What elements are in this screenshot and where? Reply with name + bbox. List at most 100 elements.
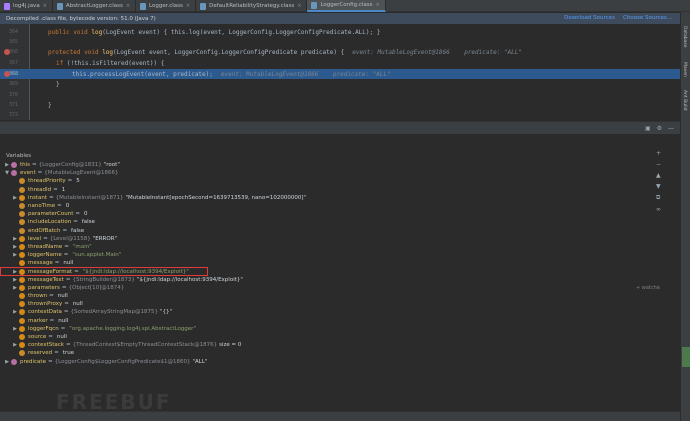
- choose-sources-link[interactable]: Choose Sources...: [623, 15, 672, 21]
- tab-label: DefaultReliabilityStrategy.class: [209, 3, 295, 9]
- variable-row[interactable]: reserved = true: [0, 349, 660, 357]
- expand-toggle-icon[interactable]: ▶: [12, 342, 18, 348]
- expand-toggle-icon[interactable]: ▶: [12, 195, 18, 201]
- expand-toggle-icon[interactable]: ▶: [12, 244, 18, 250]
- code-line[interactable]: 370: [0, 90, 680, 100]
- variable-row[interactable]: ▶ messageText = {StringBuilder@1873} "${jndi…: [0, 276, 660, 284]
- variable-value: false: [71, 227, 85, 234]
- ant-build-tool-tab[interactable]: Ant Build: [682, 90, 687, 110]
- expand-toggle-icon[interactable]: ▶: [4, 162, 10, 168]
- code-text: (!this.isFiltered(event)) {: [66, 59, 165, 67]
- variable-name: message: [28, 260, 53, 267]
- close-tab-icon[interactable]: ×: [375, 2, 379, 8]
- variables-header: Variables: [0, 150, 680, 161]
- add-watch-icon[interactable]: +: [656, 150, 661, 157]
- variable-row[interactable]: ▶ messageFormat = "${jndi:ldap://localhost:…: [0, 267, 208, 276]
- equals-sign: =: [37, 170, 43, 177]
- close-tab-icon[interactable]: ×: [126, 3, 130, 9]
- variable-row[interactable]: ▼ event = {MutableLogEvent@1866}: [0, 169, 660, 177]
- layout-icon[interactable]: ▣: [645, 125, 651, 132]
- field-icon: [19, 243, 25, 250]
- expand-toggle-icon[interactable]: ▶: [12, 326, 18, 332]
- equals-sign: =: [54, 260, 60, 267]
- variable-row[interactable]: ▶ contextStack = {ThreadContext$EmptyThread…: [0, 341, 660, 349]
- variable-value: "ALL": [192, 358, 208, 365]
- variable-name: contextData: [28, 309, 62, 316]
- variable-row[interactable]: threadPriority = 5: [0, 177, 660, 185]
- variable-row[interactable]: marker = null: [0, 317, 660, 325]
- variable-row[interactable]: ▶ contextData = {SortedArrayStringMap@1875}…: [0, 308, 660, 316]
- code-line[interactable]: 364 public void log (LogEvent event) { thi…: [0, 27, 680, 37]
- code-line[interactable]: 367 if (!this.isFiltered(event)) {: [0, 58, 680, 68]
- variable-row[interactable]: nanoTime = 0: [0, 202, 660, 210]
- minimize-icon[interactable]: —: [668, 125, 674, 132]
- variable-row[interactable]: message = null: [0, 259, 660, 267]
- expand-toggle-icon[interactable]: ▶: [12, 269, 18, 275]
- variable-value: null: [56, 334, 67, 341]
- code-line[interactable]: 369}: [0, 79, 680, 89]
- line-number: 371: [8, 102, 18, 108]
- field-icon: [19, 268, 25, 275]
- code-method-name: log: [91, 28, 103, 36]
- variable-row[interactable]: ▶ level = {Level@1158} "ERROR": [0, 235, 660, 243]
- tab-4[interactable]: LoggerConfig.class ×: [307, 0, 386, 12]
- maven-tool-tab[interactable]: Maven: [682, 62, 687, 77]
- class-file-icon: [311, 1, 318, 9]
- equals-sign: =: [63, 252, 69, 259]
- breakpoint-icon[interactable]: [4, 71, 10, 77]
- close-tab-icon[interactable]: ×: [297, 3, 301, 9]
- expand-toggle-icon[interactable]: ▶: [12, 309, 18, 315]
- database-tool-tab[interactable]: Database: [682, 26, 687, 47]
- tab-3[interactable]: DefaultReliabilityStrategy.class ×: [196, 0, 308, 12]
- code-line[interactable]: 365: [0, 37, 680, 47]
- expand-toggle-icon[interactable]: ▼: [4, 170, 10, 176]
- code-line[interactable]: 368 this.processLogEvent(event, predicate…: [0, 69, 680, 79]
- variable-row[interactable]: endOfBatch = false: [0, 227, 660, 235]
- code-line[interactable]: 372: [0, 110, 680, 120]
- variable-value: 5: [76, 178, 80, 185]
- variable-row[interactable]: parameterCount = 0: [0, 210, 660, 218]
- code-keyword: if: [56, 59, 67, 67]
- variable-row[interactable]: threadId = 1: [0, 186, 660, 194]
- equals-sign: =: [61, 284, 67, 291]
- breakpoint-icon[interactable]: [4, 49, 10, 55]
- variable-row[interactable]: ▶ loggerFqcn = "org.apache.logging.log4j.sp…: [0, 325, 660, 333]
- variable-row[interactable]: source = null: [0, 333, 660, 341]
- expand-toggle-icon[interactable]: ▶: [12, 252, 18, 258]
- close-tab-icon[interactable]: ×: [186, 3, 190, 9]
- close-tab-icon[interactable]: ×: [43, 3, 47, 9]
- variable-row[interactable]: ▶ this = {LoggerConfig@1831} "root": [0, 161, 660, 169]
- variable-row[interactable]: ▶ threadName = "main": [0, 243, 660, 251]
- field-icon: [19, 284, 25, 291]
- variable-row[interactable]: thrown = null: [0, 292, 660, 300]
- variables-tree[interactable]: ▶ this = {LoggerConfig@1831} "root" ▼ event = {M…: [0, 161, 660, 411]
- variable-type: {StringBuilder@1873}: [72, 276, 135, 283]
- tab-label: Logger.class: [149, 3, 183, 9]
- tab-1[interactable]: AbstractLogger.class ×: [53, 0, 137, 12]
- code-method-name: log: [102, 48, 114, 56]
- expand-toggle-icon[interactable]: ▶: [12, 285, 18, 291]
- variable-row[interactable]: thrownProxy = null: [0, 300, 660, 308]
- settings-icon[interactable]: ⚙: [657, 125, 662, 132]
- code-line[interactable]: 366 protected void log (LogEvent event, Lo…: [0, 47, 680, 57]
- expand-toggle-icon[interactable]: ▶: [12, 277, 18, 283]
- equals-sign: =: [64, 301, 69, 308]
- code-text: }: [56, 80, 60, 88]
- variable-name: source: [28, 334, 47, 341]
- expand-toggle-icon[interactable]: ▶: [4, 359, 10, 365]
- expand-toggle-icon[interactable]: ▶: [12, 236, 18, 242]
- tab-0[interactable]: log4j.java ×: [0, 0, 53, 12]
- field-icon: [19, 194, 25, 201]
- variable-row[interactable]: ▶ instant = {MutableInstant@1871} "MutableIn…: [0, 194, 660, 202]
- code-line[interactable]: 371}: [0, 100, 680, 110]
- variable-row[interactable]: ▶ loggerName = "sun.applet.Main": [0, 251, 660, 259]
- field-icon: [19, 342, 25, 349]
- variable-row[interactable]: ▶ predicate = {LoggerConfig$LoggerConfigPre…: [0, 358, 660, 366]
- variable-name: predicate: [20, 358, 46, 365]
- variable-row[interactable]: ▶ parameters = {Object[10]@1874}: [0, 284, 660, 292]
- code-editor[interactable]: 364 public void log (LogEvent event) { thi…: [0, 24, 680, 120]
- tab-2[interactable]: Logger.class ×: [136, 0, 197, 12]
- variable-name: contextStack: [28, 342, 64, 349]
- download-sources-link[interactable]: Download Sources: [564, 15, 615, 21]
- variable-row[interactable]: includeLocation = false: [0, 218, 660, 226]
